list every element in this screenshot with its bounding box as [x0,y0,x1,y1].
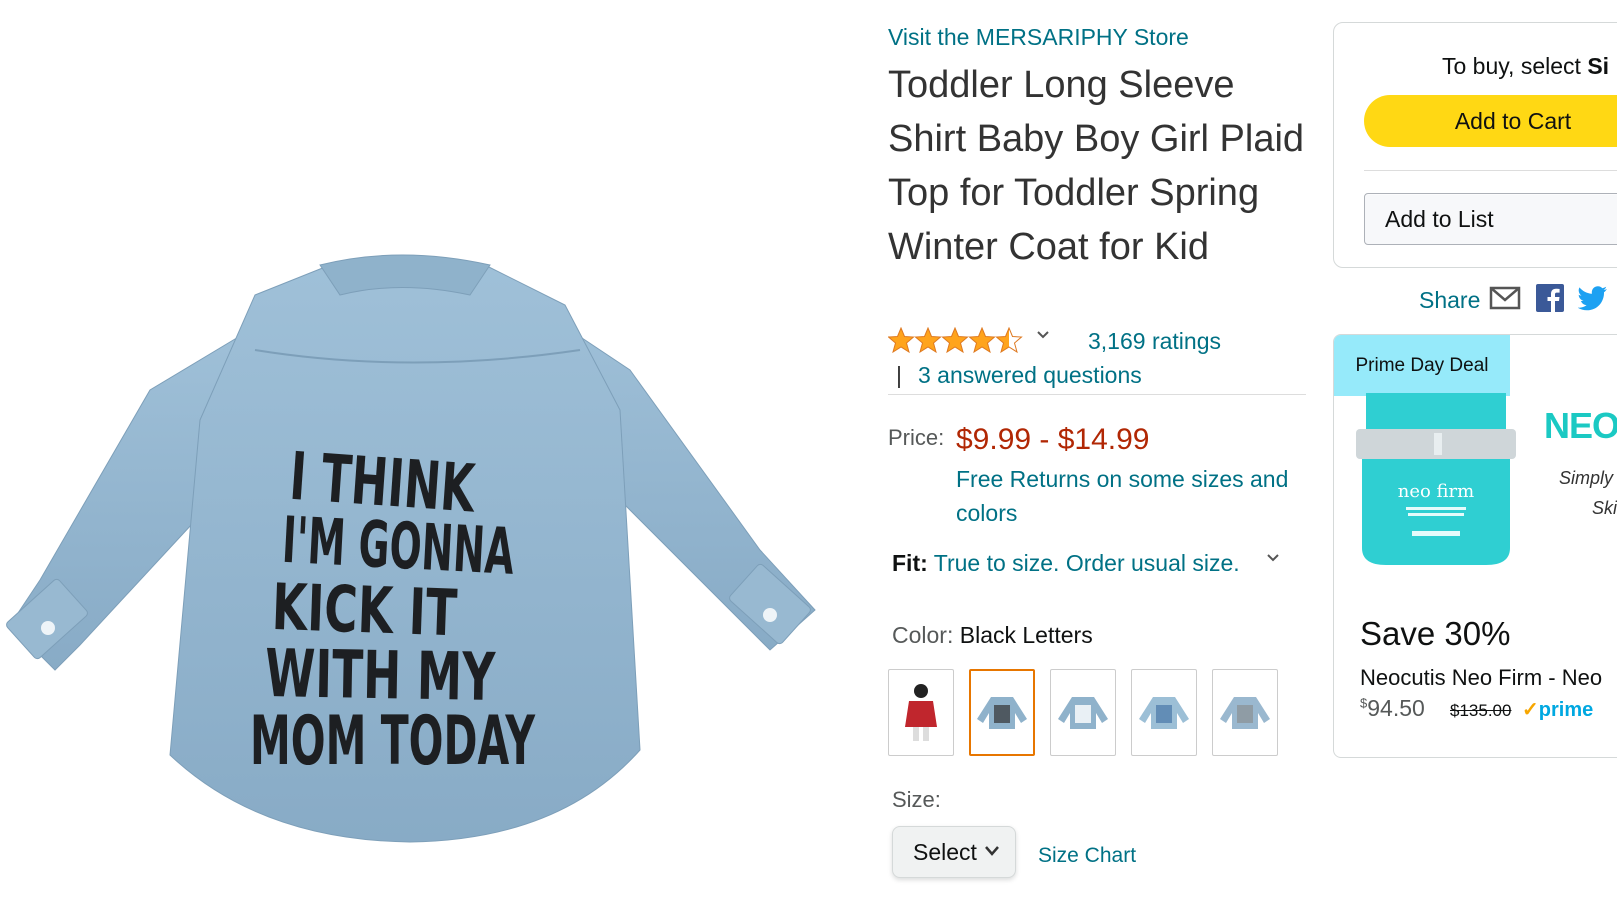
swatch-thumbnail [1220,696,1270,729]
color-label: Color: [892,622,954,648]
chevron-down-icon [985,846,999,856]
fit-info[interactable]: Fit: True to size. Order usual size. [892,550,1240,577]
price-label: Price: [888,425,945,450]
facebook-icon[interactable] [1536,284,1564,312]
buy-instruction: To buy, select Si [1442,53,1609,80]
separator: | [896,362,902,388]
jar-label: neo firm [1398,481,1474,502]
share-link[interactable]: Share [1419,287,1480,314]
mail-icon[interactable] [1489,286,1521,310]
prime-badge: ✓prime [1522,697,1593,722]
free-returns-link[interactable]: Free Returns on some sizes and colors [956,462,1306,530]
size-dropdown[interactable]: Select [892,826,1016,878]
deal-product-name[interactable]: Neocutis Neo Firm - Neo [1360,665,1602,691]
divider [888,394,1306,395]
divider [1364,170,1617,171]
swatch-thumbnail [1139,696,1189,729]
prime-label: prime [1538,699,1594,721]
chevron-down-icon[interactable] [1266,553,1280,563]
answered-questions-link[interactable]: 3 answered questions [918,362,1142,389]
color-swatch-red[interactable] [888,669,954,756]
product-title: Toddler Long Sleeve Shirt Baby Boy Girl … [888,64,1305,268]
star-rating-icon [888,327,1022,353]
twitter-icon[interactable] [1578,286,1608,312]
shirt-print-line: MOM TODAY [250,702,535,781]
star-rating[interactable] [888,327,1023,355]
color-swatches [888,669,1278,756]
deal-badge: Prime Day Deal [1334,335,1510,396]
add-to-list-button[interactable]: Add to List [1364,193,1617,245]
buy-instruction-text: To buy, select [1442,53,1588,79]
product-main-image[interactable]: I THINK I'M GONNA KICK IT WITH MY MOM TO… [0,250,830,850]
sponsored-deal[interactable]: Prime Day Deal neo firm NEO Simply Ski S… [1333,334,1617,758]
color-selection: Color: Black Letters [892,622,1093,649]
add-to-cart-button[interactable]: Add to Cart [1364,95,1617,147]
chevron-down-icon[interactable] [1036,330,1050,340]
swatch-thumbnail [905,683,937,741]
deal-brand: NEO [1544,405,1617,446]
size-label: Size: [892,787,941,812]
color-value: Black Letters [959,622,1093,648]
size-dropdown-value: Select [913,838,977,865]
color-swatch-white-letters[interactable] [1050,669,1116,756]
buy-instruction-strong: Si [1587,53,1610,79]
deal-price-value: 94.50 [1367,695,1425,721]
deal-old-price: $135.00 [1450,701,1512,720]
add-to-list-label: Add to List [1385,205,1494,232]
color-swatch-black-letters[interactable] [969,669,1035,756]
deal-savings: Save 30% [1360,615,1511,652]
add-to-cart-label: Add to Cart [1454,107,1572,134]
deal-tagline: Simply [1559,468,1614,488]
deal-tagline: Ski [1592,498,1617,518]
fit-label: Fit: [892,550,928,576]
size-chart-link[interactable]: Size Chart [1038,844,1136,868]
buy-box: To buy, select Si Add to Cart Add to Lis… [1333,22,1617,268]
swatch-thumbnail [977,696,1027,729]
deal-badge-label: Prime Day Deal [1355,354,1489,376]
store-link[interactable]: Visit the MERSARIPHY Store [888,24,1189,51]
color-swatch-gray-letters[interactable] [1212,669,1278,756]
price-value: $9.99 - $14.99 [956,423,1150,456]
deal-price: $94.50 [1360,695,1425,722]
swatch-thumbnail [1058,696,1108,729]
prime-check-icon: ✓ [1522,699,1539,721]
ratings-link[interactable]: 3,169 ratings [1088,328,1221,355]
color-swatch-blue-letters[interactable] [1131,669,1197,756]
fit-value[interactable]: True to size. Order usual size. [934,550,1240,576]
product-jar-image: neo firm [1356,393,1516,565]
